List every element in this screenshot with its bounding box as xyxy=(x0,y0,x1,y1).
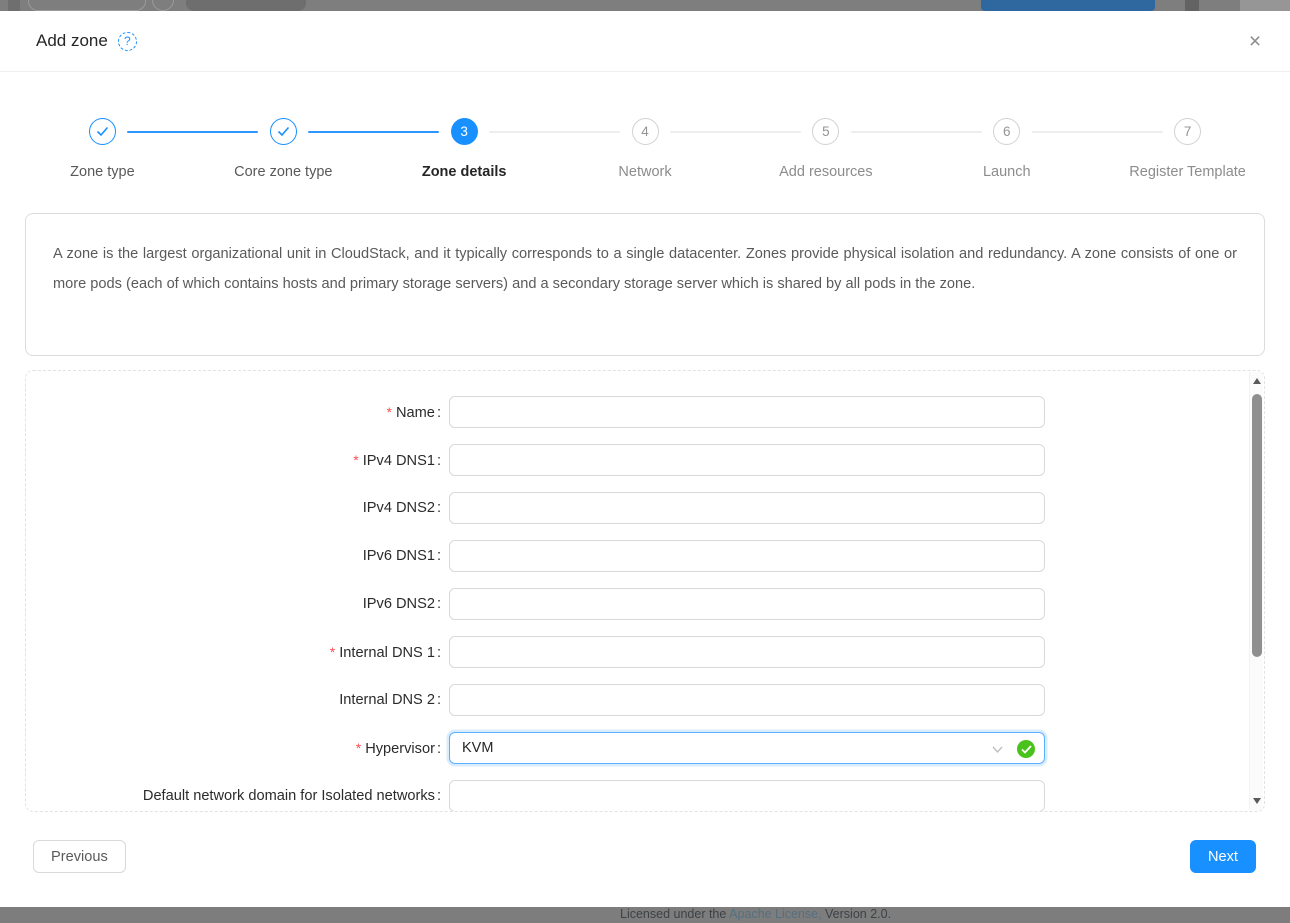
license-prefix: Licensed under the xyxy=(620,907,729,921)
license-suffix: Version 2.0. xyxy=(822,907,892,921)
field-label: Hypervisor xyxy=(365,741,435,757)
step-label: Zone type xyxy=(70,164,135,180)
step-label: Register Template xyxy=(1129,164,1246,180)
field-label: IPv4 DNS2 xyxy=(363,500,435,516)
step-label: Launch xyxy=(983,164,1031,180)
form-row-hypervisor: *Hypervisor: KVM xyxy=(26,732,1264,764)
field-label: Default network domain for Isolated netw… xyxy=(143,788,435,804)
step-number: 5 xyxy=(812,118,839,145)
step-number: 7 xyxy=(1174,118,1201,145)
apache-license-link: Apache License, xyxy=(729,907,821,921)
masked-light-shape xyxy=(1240,0,1290,11)
scrollbar-thumb[interactable] xyxy=(1252,394,1262,657)
masked-toolbar-shape xyxy=(186,0,306,11)
step-label: Network xyxy=(618,164,671,180)
internal-dns2-input[interactable] xyxy=(449,684,1045,716)
help-glyph: ? xyxy=(124,34,131,48)
step-network: 4 Network xyxy=(555,118,736,180)
license-text: Licensed under the Apache License, Versi… xyxy=(620,907,891,921)
scroll-up-icon[interactable] xyxy=(1250,374,1264,388)
step-number: 6 xyxy=(993,118,1020,145)
masked-avatar xyxy=(152,0,174,11)
step-label: Core zone type xyxy=(234,164,332,180)
form-row-name: *Name: xyxy=(26,396,1264,428)
form-row-ipv6-dns1: IPv6 DNS1: xyxy=(26,540,1264,572)
field-label: Internal DNS 1 xyxy=(339,645,435,661)
field-label: Internal DNS 2 xyxy=(339,692,435,708)
form-row-ipv4-dns2: IPv4 DNS2: xyxy=(26,492,1264,524)
next-button[interactable]: Next xyxy=(1190,840,1256,873)
zone-description-text: A zone is the largest organizational uni… xyxy=(53,239,1237,299)
ipv4-dns1-input[interactable] xyxy=(449,444,1045,476)
network-domain-input[interactable] xyxy=(449,780,1045,812)
close-icon[interactable]: × xyxy=(1242,29,1268,55)
question-circle-icon[interactable]: ? xyxy=(118,32,137,51)
form-row-internal-dns1: *Internal DNS 1: xyxy=(26,636,1264,668)
required-asterisk: * xyxy=(356,740,361,756)
wizard-steps: Zone type Core zone type 3 Zone details … xyxy=(12,118,1278,180)
modal-header: Add zone ? × xyxy=(0,11,1290,72)
required-asterisk: * xyxy=(330,644,335,660)
step-add-resources: 5 Add resources xyxy=(735,118,916,180)
previous-button[interactable]: Previous xyxy=(33,840,126,873)
masked-menu-icon xyxy=(8,0,20,11)
step-number: 4 xyxy=(632,118,659,145)
chevron-down-icon xyxy=(991,743,1004,756)
zone-details-form: *Name: *IPv4 DNS1: IPv4 DNS2: IPv6 DNS1:… xyxy=(25,370,1265,812)
masked-small-icon xyxy=(1185,0,1199,11)
step-label: Add resources xyxy=(779,164,873,180)
step-number: 3 xyxy=(451,118,478,145)
form-row-ipv6-dns2: IPv6 DNS2: xyxy=(26,588,1264,620)
scroll-down-icon[interactable] xyxy=(1250,794,1264,808)
step-zone-type: Zone type xyxy=(12,118,193,180)
ipv6-dns1-input[interactable] xyxy=(449,540,1045,572)
field-label: IPv6 DNS2 xyxy=(363,596,435,612)
check-icon xyxy=(89,118,116,145)
form-row-internal-dns2: Internal DNS 2: xyxy=(26,684,1264,716)
required-asterisk: * xyxy=(387,404,392,420)
internal-dns1-input[interactable] xyxy=(449,636,1045,668)
zone-description-card: A zone is the largest organizational uni… xyxy=(25,213,1265,356)
ipv6-dns2-input[interactable] xyxy=(449,588,1045,620)
required-asterisk: * xyxy=(353,452,358,468)
form-row-network-domain: Default network domain for Isolated netw… xyxy=(26,780,1264,812)
field-label: IPv4 DNS1 xyxy=(363,453,435,469)
masked-search-pill xyxy=(28,0,146,11)
add-zone-modal: Add zone ? × Zone type Core zone type 3 … xyxy=(0,11,1290,907)
step-launch: 6 Launch xyxy=(916,118,1097,180)
name-input[interactable] xyxy=(449,396,1045,428)
step-core-zone-type: Core zone type xyxy=(193,118,374,180)
hypervisor-selected-value: KVM xyxy=(462,740,1032,756)
field-label: Name xyxy=(396,405,435,421)
check-icon xyxy=(270,118,297,145)
step-register-template: 7 Register Template xyxy=(1097,118,1278,180)
step-zone-details: 3 Zone details xyxy=(374,118,555,180)
step-label: Zone details xyxy=(422,164,507,180)
form-row-ipv4-dns1: *IPv4 DNS1: xyxy=(26,444,1264,476)
masked-primary-button xyxy=(981,0,1155,11)
masked-page-footer: Licensed under the Apache License, Versi… xyxy=(0,907,1290,923)
field-label: IPv6 DNS1 xyxy=(363,548,435,564)
ipv4-dns2-input[interactable] xyxy=(449,492,1045,524)
hypervisor-select[interactable]: KVM xyxy=(449,732,1045,764)
masked-page-header xyxy=(0,0,1290,11)
page-title: Add zone xyxy=(36,31,108,51)
success-check-icon xyxy=(1017,740,1035,758)
form-scrollbar[interactable] xyxy=(1249,372,1263,810)
